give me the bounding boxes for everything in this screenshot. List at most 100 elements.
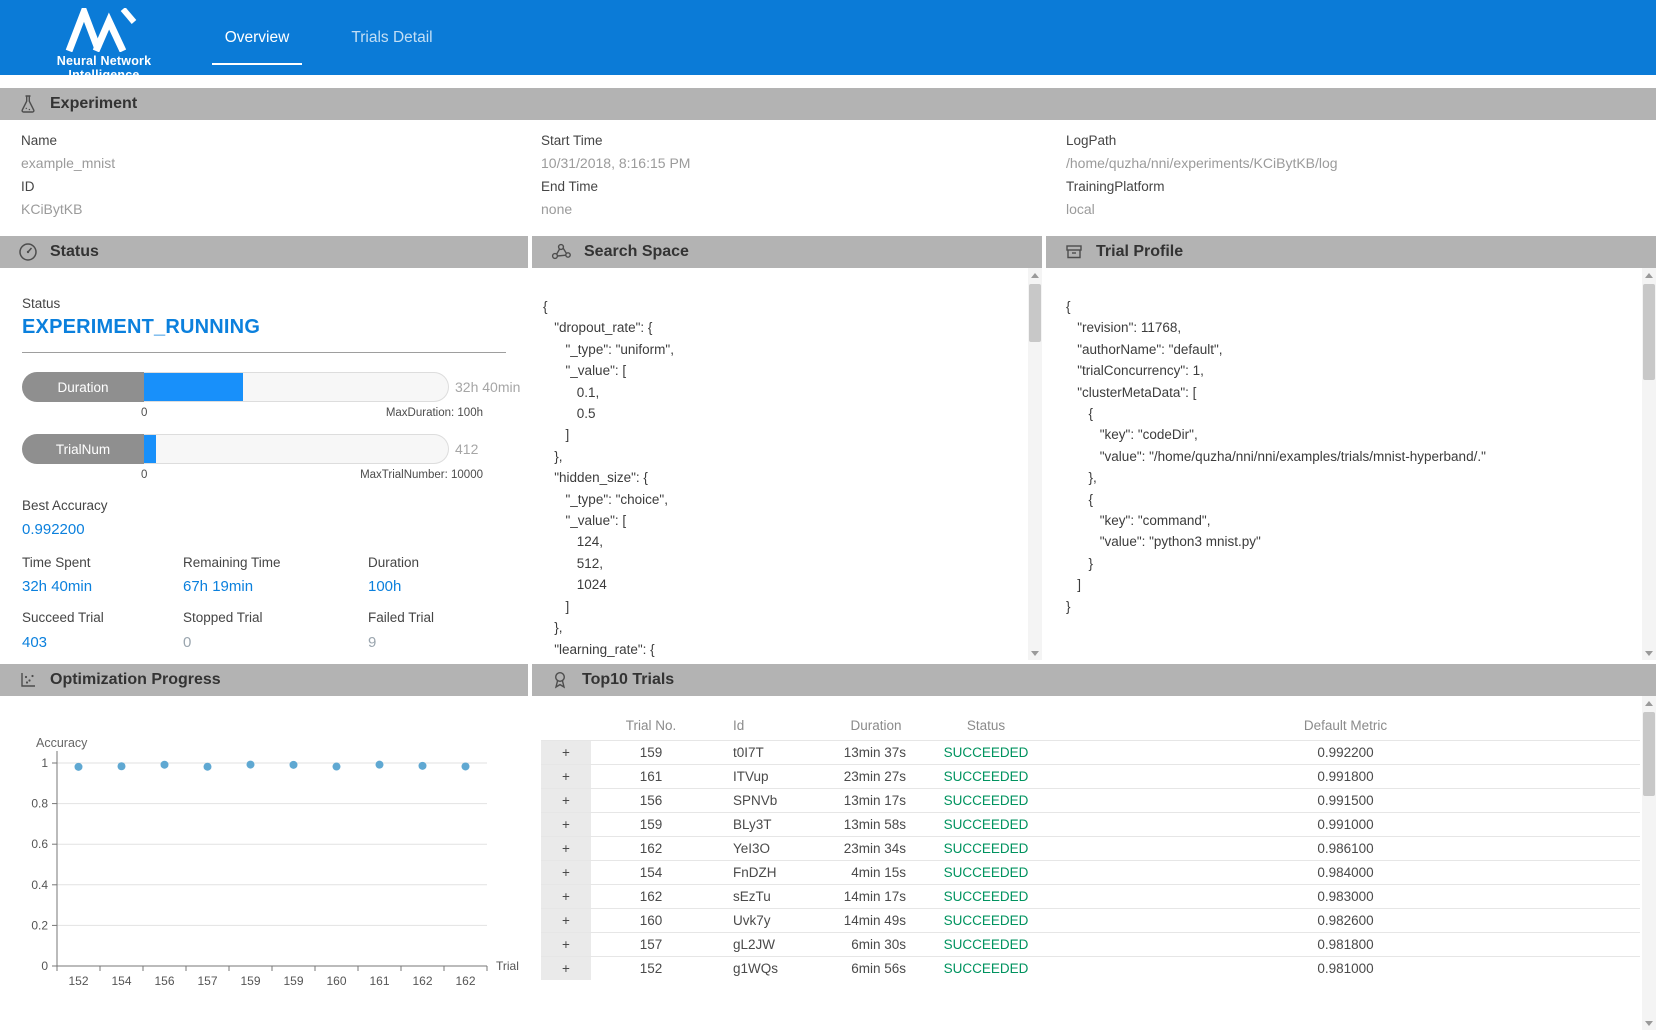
status-label: Status [22,296,60,311]
duration-cell: 6min 30s [831,932,921,956]
svg-text:159: 159 [283,974,303,988]
tab-overview[interactable]: Overview [212,0,302,75]
metric-cell: 0.982600 [1051,908,1640,932]
table-row: + 159 t0I7T 13min 37s SUCCEEDED 0.992200 [541,740,1640,764]
scroll-up-icon[interactable] [1028,268,1042,282]
status-cell: SUCCEEDED [921,908,1051,932]
experiment-field-id: ID KCiBytKB [21,179,82,217]
table-row: + 162 sEzTu 14min 17s SUCCEEDED 0.983000 [541,884,1640,908]
trial-profile-title: Trial Profile [1096,243,1183,261]
trialnum-progress-fill [144,435,156,463]
table-row: + 156 SPNVb 13min 17s SUCCEEDED 0.991500 [541,788,1640,812]
search-space-json: { "dropout_rate": { "_type": "uniform", … [543,296,1013,660]
trial-id-cell: gL2JW [711,932,831,956]
table-row: + 154 FnDZH 4min 15s SUCCEEDED 0.984000 [541,860,1640,884]
svg-text:159: 159 [240,974,260,988]
nni-logo [63,8,145,52]
succeed-trial-label: Succeed Trial [22,610,104,625]
table-row: + 152 g1WQs 6min 56s SUCCEEDED 0.981000 [541,956,1640,980]
duration-cell: 13min 37s [831,740,921,764]
scroll-up-icon[interactable] [1642,268,1656,282]
metric-cell: 0.992200 [1051,740,1640,764]
trial-no-cell: 154 [591,860,711,884]
trial-profile-scrollbar[interactable] [1642,268,1656,660]
tab-trials-detail[interactable]: Trials Detail [348,0,436,75]
duration-progress-scale: 0 MaxDuration: 100h [141,407,483,419]
status-cell: SUCCEEDED [921,764,1051,788]
metric-cell: 0.991000 [1051,812,1640,836]
search-space-scrollbar[interactable] [1028,268,1042,660]
succeed-trial-value: 403 [22,634,47,651]
trial-id-cell: g1WQs [711,956,831,980]
experiment-field-name: Name example_mnist [21,133,115,171]
svg-text:0.4: 0.4 [31,878,48,892]
search-space-section-header: Search Space [532,236,1042,268]
top10-scrollbar[interactable] [1642,696,1656,1030]
svg-text:162: 162 [412,974,432,988]
table-header-row: Trial No. Id Duration Status Default Met… [541,712,1640,740]
expand-row-button[interactable]: + [541,788,591,812]
flask-icon [18,94,38,114]
scatter-plot-icon [18,670,38,690]
expand-row-button[interactable]: + [541,812,591,836]
trial-profile-scrollbar-thumb[interactable] [1643,284,1655,380]
trial-id-cell: ITVup [711,764,831,788]
scroll-down-icon[interactable] [1028,646,1042,660]
status-cell: SUCCEEDED [921,812,1051,836]
archive-box-icon [1064,242,1084,262]
brand-text: Neural Network Intelligence [24,54,184,82]
svg-text:0.2: 0.2 [31,918,48,932]
remaining-time-label: Remaining Time [183,555,281,570]
duration-stat-value: 100h [368,578,401,595]
status-header: Status [921,712,1051,740]
expand-row-button[interactable]: + [541,764,591,788]
id-header: Id [711,712,831,740]
experiment-field-start-time: Start Time 10/31/2018, 8:16:15 PM [541,133,690,171]
failed-trial-value: 9 [368,634,376,651]
expand-row-button[interactable]: + [541,740,591,764]
trial-no-cell: 159 [591,812,711,836]
scroll-down-icon[interactable] [1642,646,1656,660]
table-row: + 160 Uvk7y 14min 49s SUCCEEDED 0.982600 [541,908,1640,932]
trial-id-cell: YeI3O [711,836,831,860]
expand-row-button[interactable]: + [541,956,591,980]
svg-text:152: 152 [68,974,88,988]
trial-id-cell: sEzTu [711,884,831,908]
status-cell: SUCCEEDED [921,860,1051,884]
search-space-scrollbar-thumb[interactable] [1029,284,1041,342]
metric-cell: 0.986100 [1051,836,1640,860]
experiment-title: Experiment [50,95,137,113]
experiment-field-logpath: LogPath /home/quzha/nni/experiments/KCiB… [1066,133,1338,171]
trial-id-cell: BLy3T [711,812,831,836]
expand-row-button[interactable]: + [541,932,591,956]
svg-text:157: 157 [197,974,217,988]
trial-profile-json: { "revision": 11768, "authorName": "defa… [1066,296,1626,617]
expand-row-button[interactable]: + [541,860,591,884]
duration-header: Duration [831,712,921,740]
metric-cell: 0.991800 [1051,764,1640,788]
table-row: + 162 YeI3O 23min 34s SUCCEEDED 0.986100 [541,836,1640,860]
remaining-time-value: 67h 19min [183,578,253,595]
trial-no-header: Trial No. [591,712,711,740]
top10-section-header: Top10 Trials [532,664,1656,696]
trial-id-cell: t0I7T [711,740,831,764]
trialnum-progress-value: 412 [455,441,478,457]
svg-text:0: 0 [41,959,48,973]
duration-progress: Duration [22,372,449,402]
stopped-trial-label: Stopped Trial [183,610,263,625]
top10-scrollbar-thumb[interactable] [1643,712,1655,796]
svg-text:1: 1 [41,756,48,770]
expand-row-button[interactable]: + [541,836,591,860]
expand-row-button[interactable]: + [541,908,591,932]
duration-progress-label: Duration [22,372,144,402]
scroll-down-icon[interactable] [1642,1016,1656,1030]
trial-profile-section-header: Trial Profile [1046,236,1656,268]
metric-cell: 0.981800 [1051,932,1640,956]
expand-row-button[interactable]: + [541,884,591,908]
status-title: Status [50,243,99,261]
trialnum-progress-label: TrialNum [22,434,144,464]
trialnum-progress-scale: 0 MaxTrialNumber: 10000 [141,469,483,481]
top10-title: Top10 Trials [582,671,674,689]
duration-cell: 23min 34s [831,836,921,860]
scroll-up-icon[interactable] [1642,696,1656,710]
